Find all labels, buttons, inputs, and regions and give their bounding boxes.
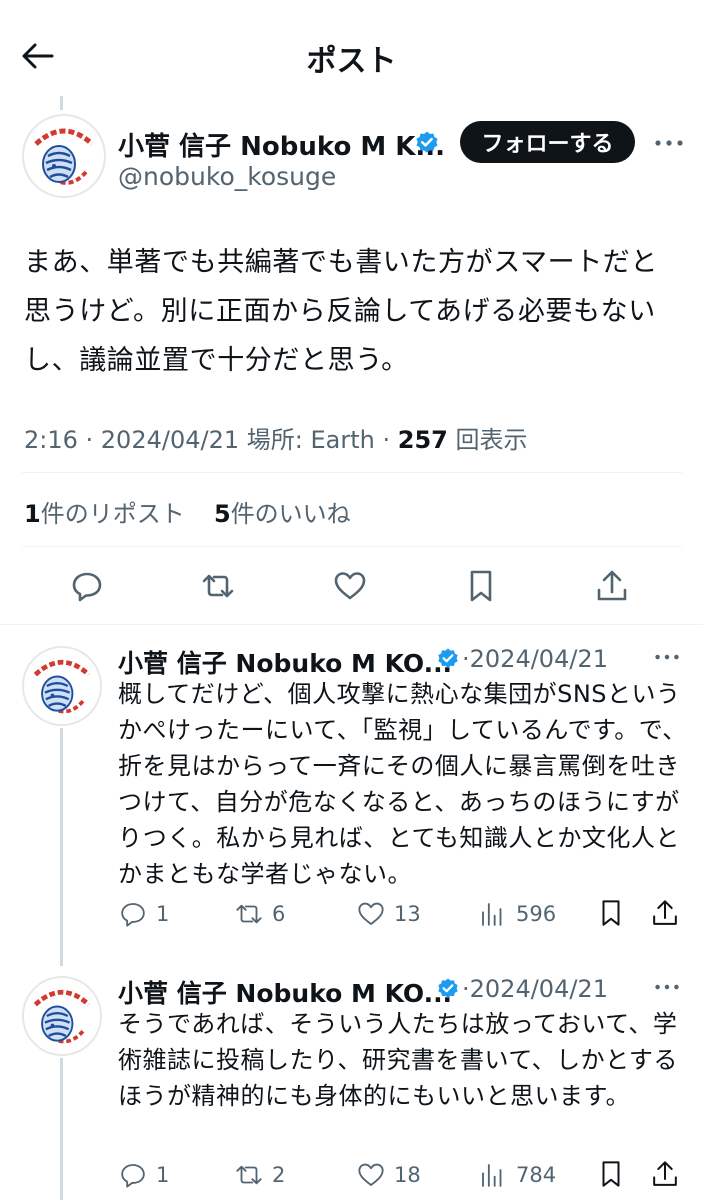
post-stats: 1件のリポスト 5件のいいね <box>24 494 351 529</box>
more-icon[interactable] <box>652 651 682 663</box>
views-icon <box>482 1164 502 1187</box>
reply-count: 1 <box>156 1163 170 1187</box>
repost-count: 2 <box>272 1163 286 1187</box>
post-meta: 2:16 · 2024/04/21 場所: Earth · 257 回表示 <box>24 420 528 455</box>
thread-connector <box>60 96 63 110</box>
post-text: まあ、単著でも共編著でも書いた方がスマートだと思うけど。別に正面から反論してあげ… <box>24 247 658 376</box>
avatar[interactable] <box>22 976 102 1056</box>
reply-date-value: 2024/04/21 <box>469 645 608 673</box>
repost-stat[interactable]: 1件のリポスト <box>24 500 185 528</box>
views-button[interactable]: 596 <box>478 899 556 929</box>
like-count: 18 <box>394 1163 421 1187</box>
thread-connector <box>60 1058 63 1200</box>
meta-separator: · <box>382 426 391 454</box>
more-icon[interactable] <box>652 981 682 993</box>
avatar-illustration <box>25 649 99 723</box>
repost-icon <box>236 904 262 924</box>
reply-icon <box>121 1164 145 1188</box>
reply-button[interactable]: 1 <box>118 1160 169 1190</box>
repost-button[interactable]: 6 <box>234 899 285 929</box>
post-timestamp: 2:16 · 2024/04/21 <box>24 426 240 454</box>
reply-text: 概してだけど、個人攻撃に熱心な集団がSNSというかぺけったーにいて、「監視」して… <box>118 680 687 888</box>
repost-icon <box>236 1165 262 1185</box>
verified-badge-icon <box>416 131 438 153</box>
like-button[interactable]: 18 <box>356 1160 421 1190</box>
like-icon <box>358 902 384 925</box>
reply-date[interactable]: ·2024/04/21 <box>462 975 608 1003</box>
page-title: ポスト <box>306 44 397 79</box>
reply-date[interactable]: ·2024/04/21 <box>462 645 608 673</box>
avatar[interactable] <box>22 114 106 198</box>
reply-button[interactable]: 1 <box>118 899 169 929</box>
verified-badge-icon <box>438 648 458 668</box>
bookmark-icon[interactable] <box>596 898 626 928</box>
author-handle[interactable]: @nobuko_kosuge <box>118 162 336 191</box>
reply-text: そうであれば、そういう人たちは放っておいて、学術雑誌に投稿したり、研究書を書いて… <box>118 1010 678 1110</box>
view-count: 784 <box>516 1163 557 1187</box>
repost-count: 6 <box>272 902 286 926</box>
like-stat[interactable]: 5件のいいね <box>214 500 351 528</box>
like-count: 5 <box>213 500 231 528</box>
repost-button[interactable]: 2 <box>234 1160 285 1190</box>
thread-connector <box>60 728 63 966</box>
repost-label: 件のリポスト <box>40 500 185 528</box>
reply-icon <box>121 903 145 927</box>
post-location[interactable]: 場所: Earth <box>247 426 375 454</box>
repost-icon[interactable] <box>200 568 236 604</box>
view-count: 257 <box>397 426 448 454</box>
like-icon <box>358 1163 384 1186</box>
divider <box>22 472 682 473</box>
more-icon[interactable] <box>652 136 686 150</box>
share-icon[interactable] <box>594 568 630 604</box>
bookmark-icon[interactable] <box>596 1159 626 1189</box>
like-count: 13 <box>394 902 421 926</box>
divider <box>22 546 682 547</box>
share-icon[interactable] <box>650 898 680 928</box>
views-button[interactable]: 784 <box>478 1160 556 1190</box>
share-icon[interactable] <box>650 1159 680 1189</box>
author-name[interactable]: 小菅 信子 Nobuko M K... <box>118 126 445 163</box>
avatar-illustration <box>25 979 99 1053</box>
reply-count: 1 <box>156 902 170 926</box>
views-label: 回表示 <box>455 426 528 454</box>
view-count: 596 <box>516 902 557 926</box>
reply-author-name[interactable]: 小菅 信子 Nobuko M KO... <box>118 644 452 680</box>
verified-badge-icon <box>438 978 458 998</box>
bookmark-icon[interactable] <box>463 568 499 604</box>
avatar-illustration <box>26 118 102 194</box>
views-icon <box>482 903 502 926</box>
divider <box>0 624 703 625</box>
avatar[interactable] <box>22 646 102 726</box>
follow-button[interactable]: フォローする <box>460 121 635 163</box>
repost-count: 1 <box>24 500 41 528</box>
like-label: 件のいいね <box>230 500 351 528</box>
reply-author-name[interactable]: 小菅 信子 Nobuko M KO... <box>118 974 452 1010</box>
like-button[interactable]: 13 <box>356 899 421 929</box>
reply-icon[interactable] <box>69 568 105 604</box>
reply-date-value: 2024/04/21 <box>469 975 608 1003</box>
like-icon[interactable] <box>332 568 368 604</box>
